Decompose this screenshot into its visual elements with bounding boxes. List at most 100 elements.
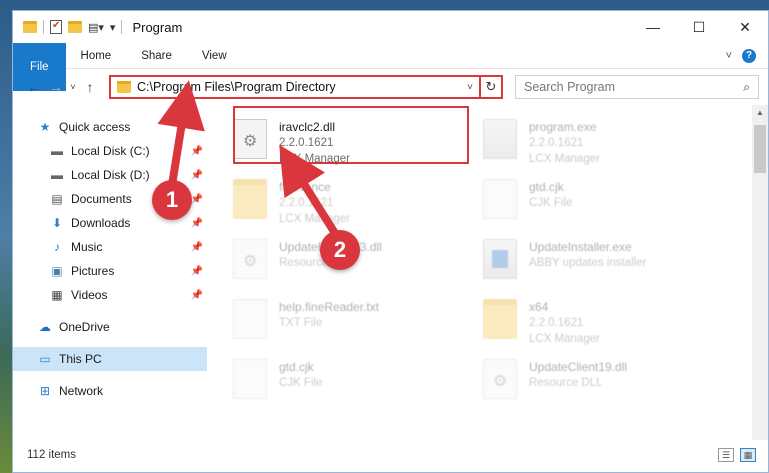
document-icon: [233, 299, 267, 339]
address-path[interactable]: C:\Program Files\Program Directory: [137, 80, 461, 94]
sidebar-item-label: Quick access: [59, 120, 131, 134]
installer-icon: [483, 239, 517, 279]
music-icon: ♪: [54, 240, 60, 254]
file-name: ffadvance: [279, 180, 331, 194]
file-name: iravclc2.dll: [279, 120, 336, 134]
ribbon-tabs: File Home Share View ˅ ?: [13, 43, 768, 91]
divider: [121, 20, 123, 34]
tab-view[interactable]: View: [187, 43, 242, 68]
pin-icon[interactable]: 📌: [191, 266, 203, 277]
file-name: program.exe: [529, 120, 597, 134]
file-item[interactable]: program.exe 2.2.0.1621 LCX Manager: [483, 119, 733, 167]
search-input[interactable]: Search Program ⌕: [515, 75, 759, 99]
search-placeholder: Search Program: [524, 80, 616, 94]
tab-home[interactable]: Home: [66, 43, 127, 68]
dll-file-icon: [483, 359, 517, 399]
vertical-scrollbar[interactable]: ▲: [752, 105, 768, 440]
computer-icon: ▭: [39, 352, 51, 366]
file-item[interactable]: UpdateInstaller.exe ABBY updates installe…: [483, 239, 733, 287]
new-folder-icon[interactable]: [68, 21, 82, 33]
folder-icon: [233, 179, 267, 219]
large-icons-view-icon[interactable]: ▦: [740, 448, 756, 462]
minimize-button[interactable]: —: [630, 11, 676, 43]
file-meta: gtd.cjk CJK File: [279, 359, 322, 391]
step-1-badge: 1: [152, 180, 192, 220]
refresh-button[interactable]: ↻: [481, 75, 503, 99]
details-view-icon[interactable]: ☰: [718, 448, 734, 462]
recent-locations-button[interactable]: ˅: [67, 82, 79, 92]
dll-file-icon: [233, 119, 267, 159]
file-name: UpdateInstaller.exe: [529, 240, 632, 254]
properties-icon[interactable]: [50, 20, 62, 34]
file-detail: ABBY updates installer: [529, 257, 647, 269]
file-item[interactable]: gtd.cjk CJK File: [233, 359, 483, 407]
window-controls: — ☐ ✕: [630, 11, 768, 43]
file-grid: iravclc2.dll2.2.0.1621LCX Managerprogram…: [233, 119, 768, 407]
quick-access-toolbar: ▤▾ ▾: [13, 20, 123, 34]
pin-icon[interactable]: 📌: [191, 170, 203, 181]
window-title: Program: [132, 19, 183, 35]
back-button[interactable]: ←: [23, 79, 45, 95]
file-item[interactable]: ffadvance 2.2.0.1621 LCX Manager: [233, 179, 483, 227]
pin-icon[interactable]: 📌: [191, 218, 203, 229]
pin-icon[interactable]: 📌: [191, 146, 203, 157]
document-icon: [483, 179, 517, 219]
sidebar-item-label: Videos: [71, 288, 108, 302]
folder-icon: [23, 21, 37, 33]
downloads-icon: ⬇: [51, 216, 63, 230]
sidebar-item-label: Music: [71, 240, 103, 254]
toolbar-dropdown-icon[interactable]: ▾: [110, 21, 116, 34]
ribbon-right: ˅ ?: [726, 43, 768, 68]
folder-icon: [117, 81, 131, 93]
sidebar-item-this-pc[interactable]: ▭ This PC: [13, 347, 207, 371]
file-item[interactable]: UpdateClient19.dll Resource DLL: [483, 359, 733, 407]
file-detail: LCX Manager: [279, 213, 350, 225]
star-icon: ★: [39, 120, 51, 134]
sidebar-item-quick-access[interactable]: ★ Quick access: [13, 115, 207, 139]
scroll-up-icon[interactable]: ▲: [752, 105, 768, 121]
maximize-button[interactable]: ☐: [676, 11, 722, 43]
file-item[interactable]: help.fineReader.txt TXT File: [233, 299, 483, 347]
address-row: ← → ˅ ↑ C:\Program Files\Program Directo…: [13, 69, 768, 105]
sidebar-item-videos[interactable]: ▦ Videos 📌: [13, 283, 207, 307]
title-bar: ▤▾ ▾ Program — ☐ ✕: [13, 11, 768, 43]
file-meta: UpdateInstaller.exe ABBY updates installe…: [529, 239, 646, 271]
file-detail: LCX Manager: [529, 333, 600, 345]
documents-icon: ▤: [51, 192, 63, 206]
file-item[interactable]: x64 2.2.0.1621 LCX Manager: [483, 299, 733, 347]
scroll-thumb[interactable]: [754, 125, 766, 173]
sidebar-item-pictures[interactable]: ▣ Pictures 📌: [13, 259, 207, 283]
sidebar-item-local-disk-c[interactable]: ▬ Local Disk (C:) 📌: [13, 139, 207, 163]
pin-icon[interactable]: 📌: [191, 194, 203, 205]
up-button[interactable]: ↑: [79, 79, 101, 95]
file-view: iravclc2.dll2.2.0.1621LCX Managerprogram…: [207, 105, 768, 440]
file-item[interactable]: iravclc2.dll 2.2.0.1621 LCX Manager: [233, 119, 483, 167]
sidebar-item-network[interactable]: ⊞ Network: [13, 379, 207, 403]
videos-icon: ▦: [51, 288, 63, 302]
help-icon[interactable]: ?: [742, 48, 756, 63]
file-meta: iravclc2.dll 2.2.0.1621 LCX Manager: [279, 119, 350, 167]
close-button[interactable]: ✕: [722, 11, 768, 43]
network-icon: ⊞: [39, 384, 51, 398]
file-name: gtd.cjk: [529, 180, 564, 194]
pin-icon[interactable]: 📌: [191, 242, 203, 253]
main-area: ★ Quick access ▬ Local Disk (C:) 📌 ▬ Loc…: [13, 105, 768, 440]
address-bar[interactable]: C:\Program Files\Program Directory ˅: [109, 75, 481, 99]
pin-icon[interactable]: 📌: [191, 290, 203, 301]
file-meta: gtd.cjk CJK File: [529, 179, 572, 211]
file-name: x64: [529, 300, 549, 314]
search-icon: ⌕: [743, 79, 750, 94]
tab-share[interactable]: Share: [126, 43, 187, 68]
sidebar-item-label: Documents: [71, 192, 132, 206]
customize-toolbar-icon[interactable]: ▤▾: [88, 21, 104, 34]
file-meta: ffadvance 2.2.0.1621 LCX Manager: [279, 179, 350, 227]
forward-button[interactable]: →: [45, 79, 67, 95]
file-detail: 2.2.0.1621: [279, 137, 334, 149]
sidebar-item-music[interactable]: ♪ Music 📌: [13, 235, 207, 259]
file-meta: help.fineReader.txt TXT File: [279, 299, 379, 331]
file-detail: LCX Manager: [529, 153, 600, 165]
file-item[interactable]: gtd.cjk CJK File: [483, 179, 733, 227]
address-dropdown-icon[interactable]: ˅: [461, 82, 479, 93]
expand-ribbon-icon[interactable]: ˅: [726, 50, 732, 62]
sidebar-item-onedrive[interactable]: ☁ OneDrive: [13, 315, 207, 339]
